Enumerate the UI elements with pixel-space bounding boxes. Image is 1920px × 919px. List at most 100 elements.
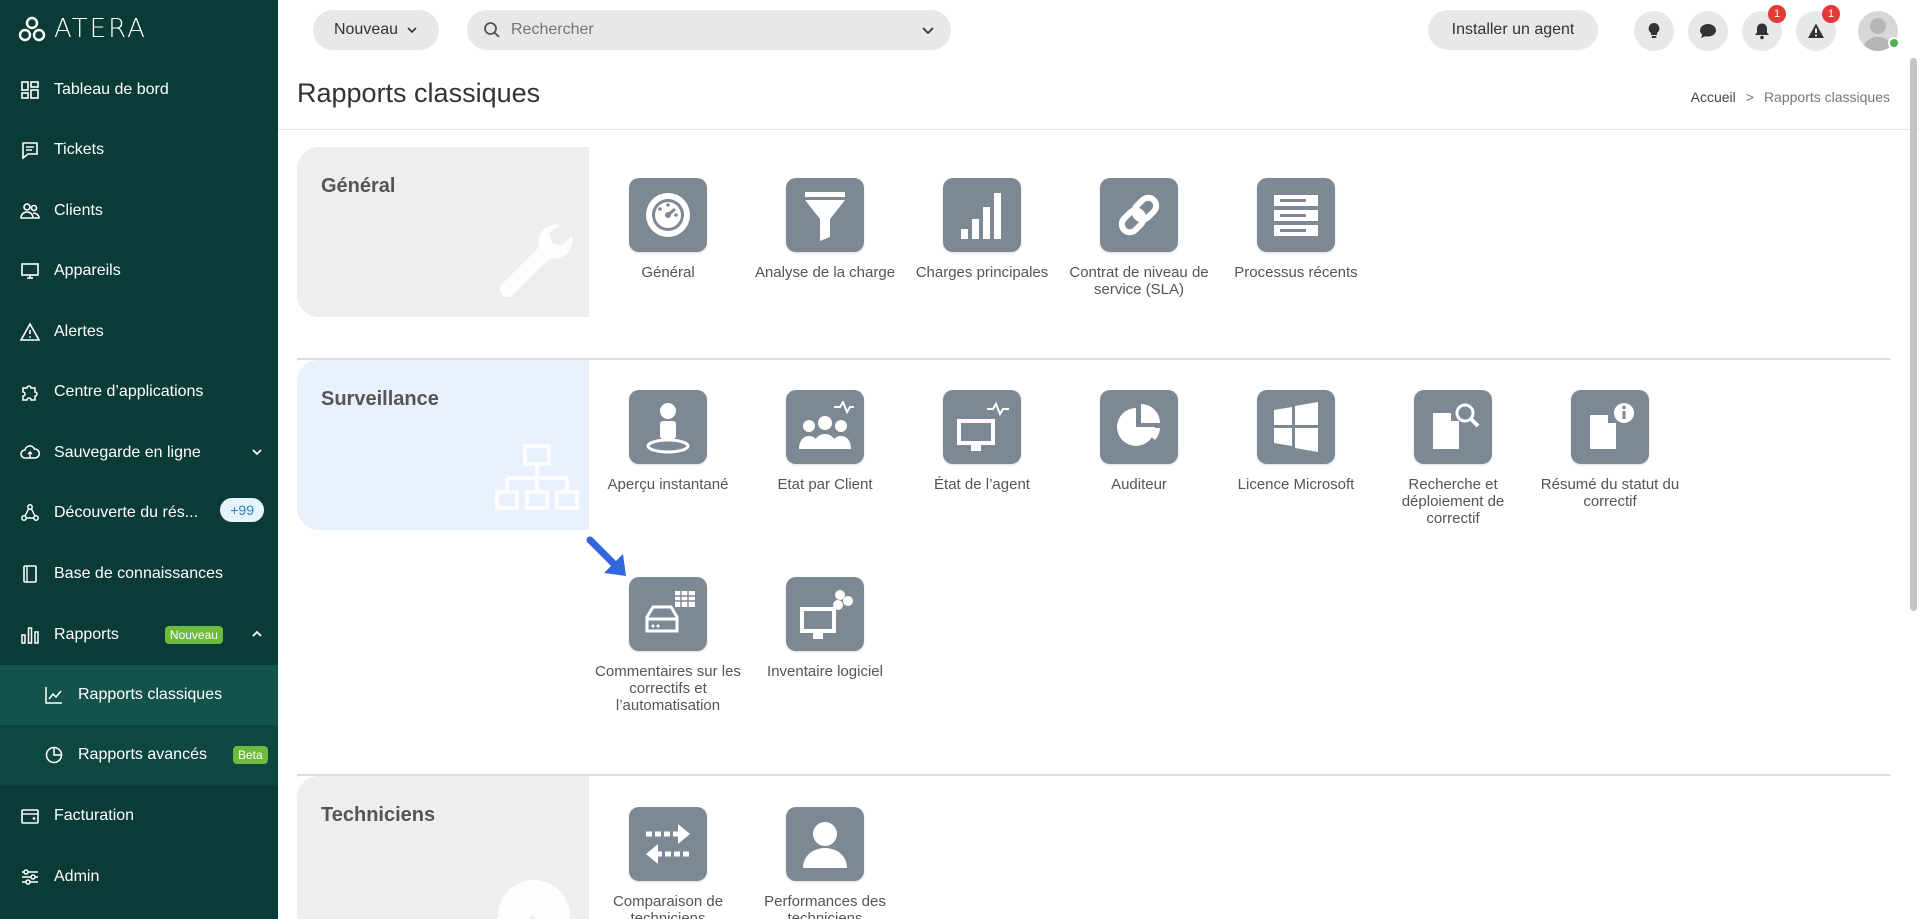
file-search-icon: [1414, 390, 1492, 464]
count-badge: +99: [220, 498, 264, 522]
report-tile-recent-processes[interactable]: Processus récents: [1217, 178, 1375, 281]
breadcrumb-home[interactable]: Accueil: [1691, 89, 1736, 105]
chat-button[interactable]: [1688, 11, 1728, 51]
lightbulb-button[interactable]: [1634, 11, 1674, 51]
breadcrumb-separator: >: [1745, 89, 1754, 105]
header-divider: [278, 129, 1920, 130]
sidebar-item-dashboard[interactable]: Tableau de bord: [0, 60, 278, 120]
person-icon: [786, 807, 864, 881]
sidebar-item-label: Centre d’applications: [54, 383, 204, 400]
sidebar-item-alerts[interactable]: Alertes: [0, 302, 278, 362]
section-general: Général: [297, 147, 589, 317]
sidebar-item-label: Base de connaissances: [54, 565, 223, 582]
sidebar-item-knowledge-base[interactable]: Base de connaissances: [0, 544, 278, 604]
chain-link-icon: [1100, 178, 1178, 252]
search-input[interactable]: [511, 21, 901, 39]
search-icon: [484, 22, 500, 38]
report-tile-agent-status[interactable]: État de l’agent: [903, 390, 1061, 493]
report-tile-general[interactable]: Général: [589, 178, 747, 281]
report-tile-microsoft-license[interactable]: Licence Microsoft: [1217, 390, 1375, 493]
bar-chart-icon: [20, 625, 40, 645]
chevron-down-icon[interactable]: [921, 23, 935, 37]
search-bar[interactable]: [467, 10, 951, 50]
alert-count-badge: 1: [1822, 5, 1840, 23]
notifications-button[interactable]: 1: [1742, 5, 1786, 51]
new-button[interactable]: Nouveau: [313, 10, 439, 50]
report-tile-auditor[interactable]: Auditeur: [1060, 390, 1218, 493]
atera-logo-icon: [18, 16, 46, 42]
drive-table-icon: [629, 577, 707, 651]
book-icon: [20, 564, 40, 584]
ticket-icon: [20, 140, 40, 160]
report-tile-patch-automation-feedback[interactable]: Commentaires sur les correctifs et l’aut…: [589, 577, 747, 714]
sidebar-item-clients[interactable]: Clients: [0, 181, 278, 241]
report-tile-top-loads[interactable]: Charges principales: [903, 178, 1061, 281]
section-title: Général: [321, 175, 396, 197]
sidebar-item-classic-reports[interactable]: Rapports classiques: [0, 665, 278, 725]
report-tile-snapshot[interactable]: Aperçu instantané: [589, 390, 747, 493]
sidebar-item-label: Découverte du rés...: [54, 504, 199, 521]
alerts-button[interactable]: 1: [1796, 5, 1840, 51]
section-title: Surveillance: [321, 388, 439, 410]
section-monitoring: Surveillance: [297, 360, 589, 530]
new-badge: Nouveau: [164, 626, 223, 644]
swap-arrows-icon: [629, 807, 707, 881]
online-status-dot: [1888, 37, 1900, 49]
sidebar-item-label: Rapports classiques: [78, 686, 223, 703]
stopwatch-icon: [498, 880, 570, 919]
sliders-icon: [20, 867, 40, 887]
sidebar-item-app-center[interactable]: Centre d’applications: [0, 362, 278, 422]
report-tile-patch-search-deploy[interactable]: Recherche et déploiement de correctif: [1374, 390, 1532, 527]
topbar: Nouveau Installer un agent 1 1: [278, 0, 1920, 60]
cloud-icon: [20, 443, 40, 463]
funnel-icon: [786, 178, 864, 252]
sidebar-item-online-backup[interactable]: Sauvegarde en ligne: [0, 423, 278, 483]
sidebar-item-admin[interactable]: Admin: [0, 847, 278, 907]
group-heartbeat-icon: [786, 390, 864, 464]
report-tile-status-by-client[interactable]: Etat par Client: [746, 390, 904, 493]
puzzle-icon: [20, 382, 40, 402]
chevron-down-icon: [252, 449, 262, 456]
report-tile-patch-status-summary[interactable]: Résumé du statut du correctif: [1531, 390, 1689, 510]
sidebar-item-billing[interactable]: Facturation: [0, 786, 278, 846]
bell-icon: [1755, 23, 1769, 40]
tile-label: Comparaison de techniciens: [612, 893, 724, 919]
page-scrollbar[interactable]: [1910, 58, 1917, 611]
breadcrumb-current: Rapports classiques: [1763, 89, 1890, 105]
server-list-icon: [1257, 178, 1335, 252]
section-technicians: Techniciens: [297, 776, 589, 919]
sidebar-item-network-discovery[interactable]: Découverte du rés... +99: [0, 483, 278, 543]
sidebar-item-reports[interactable]: Rapports Nouveau: [0, 605, 278, 665]
report-tile-software-inventory[interactable]: Inventaire logiciel: [746, 577, 904, 680]
chevron-down-icon: [407, 27, 417, 34]
sidebar-item-label: Admin: [54, 868, 100, 885]
report-tile-load-analysis[interactable]: Analyse de la charge: [746, 178, 904, 281]
sidebar-item-label: Facturation: [54, 807, 135, 824]
report-tile-sla[interactable]: Contrat de niveau de service (SLA): [1060, 178, 1218, 298]
sidebar-item-devices[interactable]: Appareils: [0, 241, 278, 301]
sidebar-item-label: Tickets: [54, 141, 105, 158]
network-tree-icon: [495, 444, 579, 510]
report-tile-technician-performance[interactable]: Performances des techniciens: [746, 807, 904, 919]
sidebar-item-tickets[interactable]: Tickets: [0, 120, 278, 180]
tile-label: Processus récents: [1234, 264, 1358, 281]
tile-label: Aperçu instantané: [607, 476, 729, 493]
sidebar-item-label: Tableau de bord: [54, 81, 169, 98]
atera-logo[interactable]: ATERA: [18, 14, 147, 44]
tile-label: Auditeur: [1111, 476, 1167, 493]
tile-label: Recherche et déploiement de correctif: [1401, 476, 1505, 527]
gauge-icon: [629, 178, 707, 252]
sidebar-item-label: Clients: [54, 202, 103, 219]
windows-icon: [1257, 390, 1335, 464]
network-icon: [20, 503, 40, 523]
new-button-label: Nouveau: [333, 21, 399, 38]
breadcrumb: Accueil > Rapports classiques: [1691, 89, 1890, 105]
tile-label: Performances des techniciens: [764, 893, 886, 919]
file-info-icon: [1571, 390, 1649, 464]
notification-count-badge: 1: [1768, 5, 1786, 23]
sidebar-item-label: Alertes: [54, 323, 104, 340]
sidebar-item-advanced-reports[interactable]: Rapports avancés Beta: [0, 725, 278, 785]
report-tile-technician-comparison[interactable]: Comparaison de techniciens: [589, 807, 747, 919]
install-agent-button[interactable]: Installer un agent: [1428, 10, 1598, 50]
tile-label: Licence Microsoft: [1237, 476, 1355, 493]
